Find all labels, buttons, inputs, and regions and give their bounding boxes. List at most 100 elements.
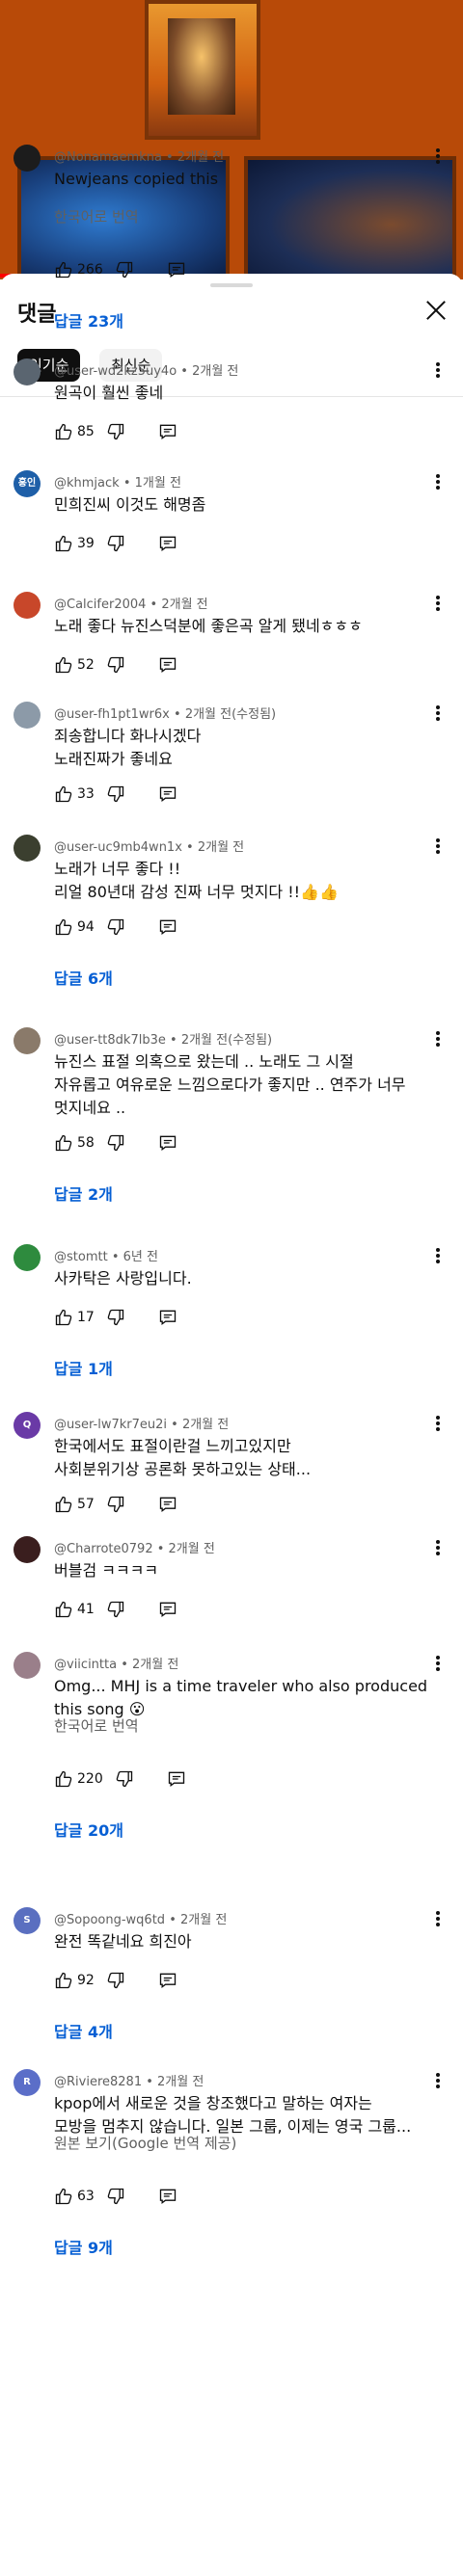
- more-options-icon[interactable]: [426, 1412, 449, 1435]
- avatar[interactable]: [14, 1244, 41, 1271]
- avatar[interactable]: R: [14, 2069, 41, 2096]
- comment-author[interactable]: @user-uc9mb4wn1x: [54, 840, 182, 855]
- comment-actions: 39: [54, 534, 247, 557]
- comment-author[interactable]: @Calcifer2004: [54, 598, 146, 612]
- more-options-icon[interactable]: [426, 359, 449, 382]
- view-replies-button[interactable]: 답글 6개: [54, 966, 113, 989]
- more-options-icon[interactable]: [426, 592, 449, 615]
- reply-icon[interactable]: [158, 1495, 177, 1514]
- view-replies-button[interactable]: 답글 23개: [54, 308, 123, 332]
- translate-button[interactable]: 한국어로 번역: [54, 206, 139, 226]
- more-options-icon[interactable]: [426, 702, 449, 725]
- avatar[interactable]: [14, 1027, 41, 1054]
- avatar[interactable]: [14, 359, 41, 385]
- comment-author[interactable]: @khmjack: [54, 476, 120, 491]
- comment-author[interactable]: @user-tt8dk7lb3e: [54, 1033, 166, 1048]
- reply-icon[interactable]: [158, 422, 177, 441]
- dislike-icon[interactable]: [106, 534, 125, 553]
- dislike-icon[interactable]: [106, 917, 125, 937]
- dislike-icon[interactable]: [106, 422, 125, 441]
- like-icon[interactable]: [54, 1133, 73, 1153]
- dislike-icon[interactable]: [115, 260, 134, 279]
- comment-author[interactable]: @stomtt: [54, 1250, 108, 1264]
- dislike-icon[interactable]: [106, 655, 125, 675]
- like-icon[interactable]: [54, 422, 73, 441]
- comment-author[interactable]: @Riviere8281: [54, 2075, 142, 2089]
- view-replies-button[interactable]: 답글 9개: [54, 2235, 113, 2258]
- view-replies-button[interactable]: 답글 4개: [54, 2019, 113, 2042]
- dislike-icon[interactable]: [106, 2187, 125, 2206]
- avatar[interactable]: S: [14, 1907, 41, 1934]
- avatar[interactable]: [14, 145, 41, 172]
- avatar[interactable]: [14, 1652, 41, 1679]
- meta-separator: •: [152, 1542, 169, 1556]
- reply-icon[interactable]: [158, 1600, 177, 1619]
- dislike-icon[interactable]: [106, 1971, 125, 1990]
- reply-icon[interactable]: [158, 2187, 177, 2206]
- like-icon[interactable]: [54, 2187, 73, 2206]
- more-options-icon[interactable]: [426, 1652, 449, 1675]
- close-icon[interactable]: [422, 297, 449, 324]
- view-replies-button[interactable]: 답글 20개: [54, 1818, 123, 1841]
- like-icon[interactable]: [54, 1308, 73, 1327]
- dislike-icon[interactable]: [106, 1495, 125, 1514]
- like-icon[interactable]: [54, 655, 73, 675]
- dislike-icon[interactable]: [106, 1600, 125, 1619]
- dislike-icon[interactable]: [115, 1769, 134, 1789]
- comment-item: @user-tt8dk7lb3e • 2개월 전(수정됨) 뉴진스 표절 의혹으로…: [0, 1027, 463, 1204]
- comment-author[interactable]: @user-fh1pt1wr6x: [54, 707, 170, 722]
- comment-author[interactable]: @viicintta: [54, 1658, 117, 1672]
- like-icon[interactable]: [54, 1769, 73, 1789]
- reply-icon[interactable]: [158, 917, 177, 937]
- avatar[interactable]: [14, 1536, 41, 1563]
- more-options-icon[interactable]: [426, 1907, 449, 1930]
- more-options-icon[interactable]: [426, 1536, 449, 1559]
- avatar[interactable]: [14, 702, 41, 729]
- reply-icon[interactable]: [158, 534, 177, 553]
- like-icon[interactable]: [54, 784, 73, 804]
- comment-item: @stomtt • 6년 전 사카탁은 사랑입니다. 17 답글 1개: [0, 1244, 463, 1378]
- more-options-icon[interactable]: [426, 470, 449, 493]
- translate-button[interactable]: 한국어로 번역: [54, 1715, 139, 1736]
- view-replies-button[interactable]: 답글 1개: [54, 1356, 113, 1379]
- reply-icon[interactable]: [158, 1308, 177, 1327]
- like-count: 52: [77, 657, 95, 673]
- translate-button[interactable]: 원본 보기(Google 번역 제공): [54, 2133, 236, 2153]
- comment-author[interactable]: @Sopoong-wq6td: [54, 1913, 165, 1927]
- comment-author[interactable]: @Charrote0792: [54, 1542, 153, 1556]
- dislike-icon[interactable]: [106, 1133, 125, 1153]
- dislike-icon[interactable]: [106, 784, 125, 804]
- comment-author[interactable]: @user-wd2kz5uy4o: [54, 364, 177, 379]
- more-options-icon[interactable]: [426, 1027, 449, 1050]
- avatar[interactable]: 홍인: [14, 470, 41, 497]
- avatar[interactable]: [14, 835, 41, 862]
- like-icon[interactable]: [54, 917, 73, 937]
- comment-meta: @user-lw7kr7eu2i • 2개월 전: [54, 1414, 229, 1432]
- reply-icon[interactable]: [158, 1133, 177, 1153]
- comment-author[interactable]: @user-lw7kr7eu2i: [54, 1418, 167, 1432]
- more-options-icon[interactable]: [426, 1244, 449, 1267]
- avatar[interactable]: Q: [14, 1412, 41, 1439]
- more-options-icon[interactable]: [426, 145, 449, 168]
- drag-handle[interactable]: [210, 283, 253, 287]
- dislike-icon[interactable]: [106, 1308, 125, 1327]
- comment-item: @viicintta • 2개월 전 Omg... MHJ is a time t…: [0, 1652, 463, 1840]
- reply-icon[interactable]: [167, 1769, 186, 1789]
- comment-author[interactable]: @Nonamaemkna: [54, 150, 162, 165]
- reply-icon[interactable]: [158, 1971, 177, 1990]
- like-icon[interactable]: [54, 534, 73, 553]
- more-options-icon[interactable]: [426, 2069, 449, 2092]
- reply-icon[interactable]: [167, 260, 186, 279]
- like-count: 94: [77, 919, 95, 935]
- avatar[interactable]: [14, 592, 41, 619]
- like-icon[interactable]: [54, 1600, 73, 1619]
- reply-icon[interactable]: [158, 655, 177, 675]
- reply-icon[interactable]: [158, 784, 177, 804]
- more-options-icon[interactable]: [426, 835, 449, 858]
- view-replies-button[interactable]: 답글 2개: [54, 1182, 113, 1205]
- like-icon[interactable]: [54, 1495, 73, 1514]
- like-icon[interactable]: [54, 1971, 73, 1990]
- video-frame-top: [145, 0, 260, 140]
- comment-actions: 52: [54, 655, 247, 678]
- like-icon[interactable]: [54, 260, 73, 279]
